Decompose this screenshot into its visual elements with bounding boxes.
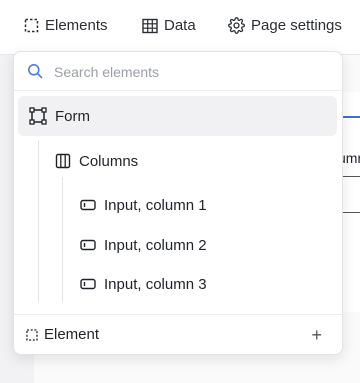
top-toolbar: Elements Data Page settings xyxy=(0,0,360,55)
canvas-input-underline xyxy=(340,212,360,213)
tree-item-input-column-2[interactable]: Input, column 2 xyxy=(80,235,207,255)
tab-label: Data xyxy=(164,17,196,34)
tree-item-input-column-3[interactable]: Input, column 3 xyxy=(80,274,207,294)
tab-label: Elements xyxy=(45,17,108,34)
tree-item-label: Columns xyxy=(79,152,139,170)
selection-outline xyxy=(340,116,360,118)
add-icon[interactable]: + xyxy=(311,326,322,344)
search-bar xyxy=(14,52,342,91)
tree-item-label: Form xyxy=(55,107,90,125)
tree-item-columns[interactable]: Columns xyxy=(55,151,138,171)
gear-icon xyxy=(228,17,245,34)
columns-icon xyxy=(55,153,71,169)
tab-elements[interactable]: Elements xyxy=(24,17,108,34)
footer-label: Element xyxy=(44,326,100,343)
form-frame-icon xyxy=(29,107,47,125)
tree-guide-line xyxy=(62,177,63,302)
table-grid-icon xyxy=(142,18,158,33)
search-icon xyxy=(28,64,43,79)
tree-guide-line xyxy=(38,140,39,302)
tree-item-label: Input, column 2 xyxy=(104,236,207,254)
tab-data[interactable]: Data xyxy=(142,17,196,34)
add-element-row[interactable]: Element xyxy=(26,326,99,343)
search-input[interactable] xyxy=(52,61,326,83)
canvas-input-underline xyxy=(340,176,360,177)
dashed-square-icon xyxy=(26,328,38,341)
tab-page-settings[interactable]: Page settings xyxy=(228,17,342,34)
input-icon xyxy=(80,199,96,211)
input-icon xyxy=(80,239,96,251)
elements-dropdown: Form Columns Input, column 1 Input, colu… xyxy=(13,51,343,355)
tree-item-form[interactable]: Form xyxy=(18,96,337,136)
tree-item-label: Input, column 1 xyxy=(104,196,207,214)
tree-item-label: Input, column 3 xyxy=(104,275,207,293)
dropdown-footer: Element + xyxy=(14,314,342,355)
input-icon xyxy=(80,278,96,290)
tab-label: Page settings xyxy=(251,17,342,34)
tree-item-input-column-1[interactable]: Input, column 1 xyxy=(80,195,207,215)
dashed-square-icon xyxy=(24,18,39,33)
